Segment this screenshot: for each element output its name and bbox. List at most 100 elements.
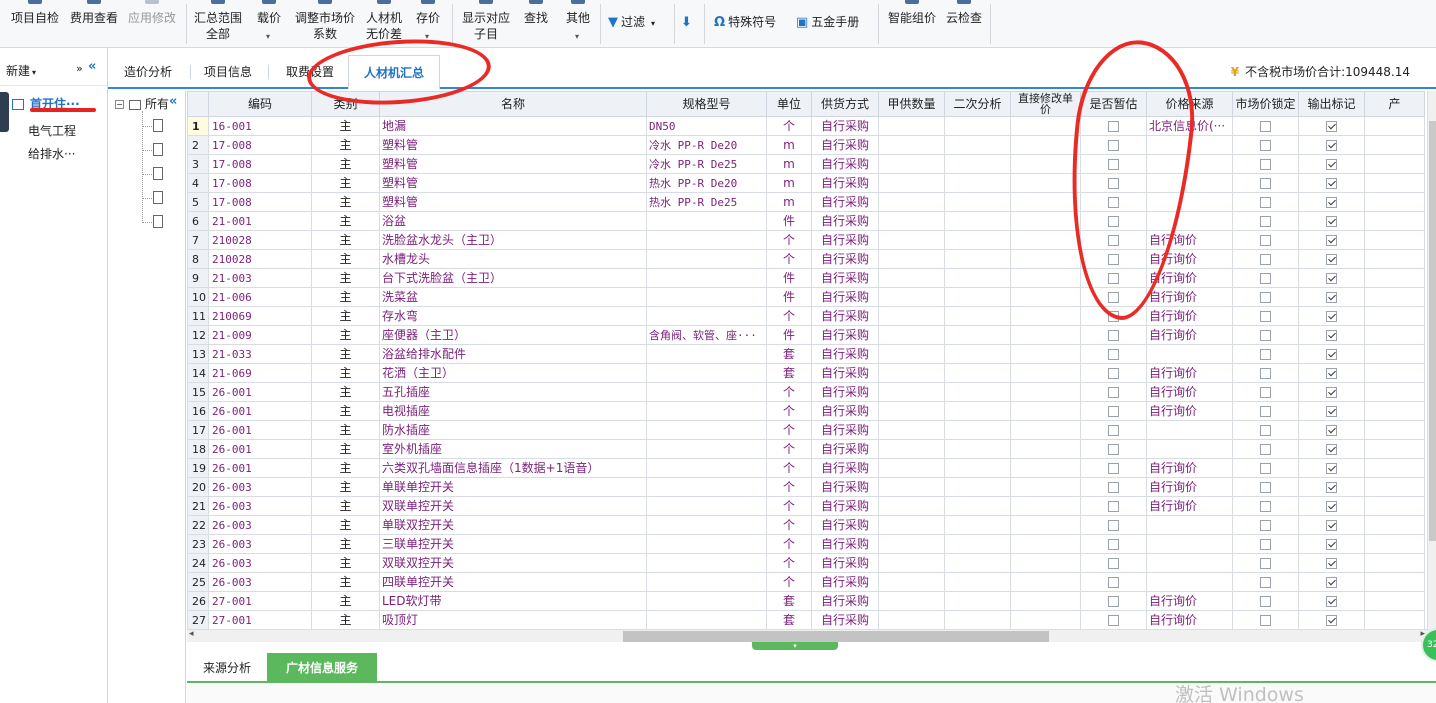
secondary-analysis-cell[interactable] [944,306,1011,326]
checkbox[interactable] [1326,272,1337,284]
supply-cell[interactable]: 自行采购 [811,572,879,592]
market-lock-checkbox[interactable] [1232,154,1299,174]
name-cell[interactable]: 塑料管 [379,173,647,193]
output-mark-checkbox[interactable] [1298,135,1365,155]
name-cell[interactable]: 座便器（主卫） [379,325,647,345]
code-cell[interactable]: 16-001 [208,116,312,136]
smart-pricing-button[interactable]: 智能组价 [884,0,940,48]
supplied-qty-cell[interactable] [878,591,945,611]
checkbox[interactable] [1108,367,1119,379]
supply-cell[interactable]: 自行采购 [811,306,879,326]
producer-cell[interactable] [1364,420,1425,440]
producer-cell[interactable] [1364,572,1425,592]
supplied-qty-cell[interactable] [878,230,945,250]
checkbox[interactable] [1260,462,1271,474]
secondary-analysis-cell[interactable] [944,591,1011,611]
name-cell[interactable]: LED软灯带 [379,591,647,611]
spec-cell[interactable] [646,249,767,269]
output-mark-checkbox[interactable] [1298,211,1365,231]
checkbox[interactable] [1326,291,1337,303]
price-source-cell[interactable]: 自行询价 [1146,325,1233,345]
spec-cell[interactable]: 含角阀、软管、座··· [646,325,767,345]
direct-price-cell[interactable] [1010,135,1081,155]
unit-cell[interactable]: 个 [766,439,812,459]
spec-cell[interactable] [646,211,767,231]
code-cell[interactable]: 26-003 [208,534,312,554]
output-mark-checkbox[interactable] [1298,420,1365,440]
direct-price-cell[interactable] [1010,572,1081,592]
direct-price-cell[interactable] [1010,591,1081,611]
table-row[interactable]: 3 17-008 主塑料管 冷水 PP-R De25 m 自行采购 [187,154,1425,174]
output-mark-checkbox[interactable] [1298,458,1365,478]
market-lock-checkbox[interactable] [1232,458,1299,478]
secondary-analysis-cell[interactable] [944,116,1011,136]
supply-cell[interactable]: 自行采购 [811,553,879,573]
code-cell[interactable]: 26-003 [208,553,312,573]
type-cell[interactable]: 主 [311,249,380,269]
column-header[interactable]: 产 [1364,91,1425,117]
code-cell[interactable]: 17-008 [208,173,312,193]
code-cell[interactable]: 21-003 [208,268,312,288]
producer-cell[interactable] [1364,268,1425,288]
table-row[interactable]: 20 26-003 主单联单控开关 个自行采购 自行询价 [187,477,1425,497]
price-source-cell[interactable]: 自行询价 [1146,306,1233,326]
secondary-analysis-cell[interactable] [944,534,1011,554]
secondary-analysis-cell[interactable] [944,325,1011,345]
checkbox[interactable] [1108,405,1119,417]
checkbox[interactable] [1326,177,1337,189]
checkbox[interactable] [1326,120,1337,132]
type-cell[interactable]: 主 [311,553,380,573]
output-mark-checkbox[interactable] [1298,515,1365,535]
table-row[interactable]: 11 210069 主存水弯 个自行采购 自行询价 [187,306,1425,326]
table-row[interactable]: 6 21-001 主浴盆 件自行采购 [187,211,1425,231]
output-mark-checkbox[interactable] [1298,192,1365,212]
output-mark-checkbox[interactable] [1298,363,1365,383]
name-cell[interactable]: 存水弯 [379,306,647,326]
table-row[interactable]: 16 26-001 主电视插座 个自行采购 自行询价 [187,401,1425,421]
type-cell[interactable]: 主 [311,363,380,383]
market-lock-checkbox[interactable] [1232,268,1299,288]
unit-cell[interactable]: 个 [766,401,812,421]
output-mark-checkbox[interactable] [1298,287,1365,307]
supply-cell[interactable]: 自行采购 [811,268,879,288]
producer-cell[interactable] [1364,325,1425,345]
provisional-checkbox[interactable] [1080,420,1147,440]
type-cell[interactable]: 主 [311,496,380,516]
price-source-cell[interactable]: 自行询价 [1146,363,1233,383]
checkbox[interactable] [1108,576,1119,588]
spec-cell[interactable] [646,344,767,364]
move-down-button[interactable]: ⬇ [681,12,695,32]
provisional-checkbox[interactable] [1080,458,1147,478]
table-row[interactable]: 23 26-003 主三联单控开关 个自行采购 [187,534,1425,554]
spec-cell[interactable] [646,477,767,497]
checkbox[interactable] [1108,329,1119,341]
checkbox[interactable] [1326,234,1337,246]
market-lock-checkbox[interactable] [1232,306,1299,326]
checkbox[interactable] [1260,310,1271,322]
market-lock-checkbox[interactable] [1232,591,1299,611]
direct-price-cell[interactable] [1010,363,1081,383]
hardware-manual-button[interactable]: ▣ 五金手册 [796,12,859,32]
provisional-checkbox[interactable] [1080,401,1147,421]
secondary-analysis-cell[interactable] [944,439,1011,459]
producer-cell[interactable] [1364,534,1425,554]
provisional-checkbox[interactable] [1080,439,1147,459]
table-row[interactable]: 9 21-003 主台下式洗脸盆（主卫）件自行采购 自行询价 [187,268,1425,288]
supplied-qty-cell[interactable] [878,439,945,459]
unit-cell[interactable]: 套 [766,591,812,611]
checkbox[interactable] [1108,481,1119,493]
supply-cell[interactable]: 自行采购 [811,135,879,155]
output-mark-checkbox[interactable] [1298,477,1365,497]
code-cell[interactable]: 26-003 [208,515,312,535]
supplied-qty-cell[interactable] [878,249,945,269]
unit-cell[interactable]: m [766,173,812,193]
direct-price-cell[interactable] [1010,515,1081,535]
output-mark-checkbox[interactable] [1298,116,1365,136]
scroll-thumb[interactable] [623,631,1049,642]
unit-cell[interactable]: 件 [766,325,812,345]
spec-cell[interactable] [646,610,767,630]
producer-cell[interactable] [1364,382,1425,402]
checkbox[interactable] [1108,386,1119,398]
provisional-checkbox[interactable] [1080,572,1147,592]
output-mark-checkbox[interactable] [1298,401,1365,421]
